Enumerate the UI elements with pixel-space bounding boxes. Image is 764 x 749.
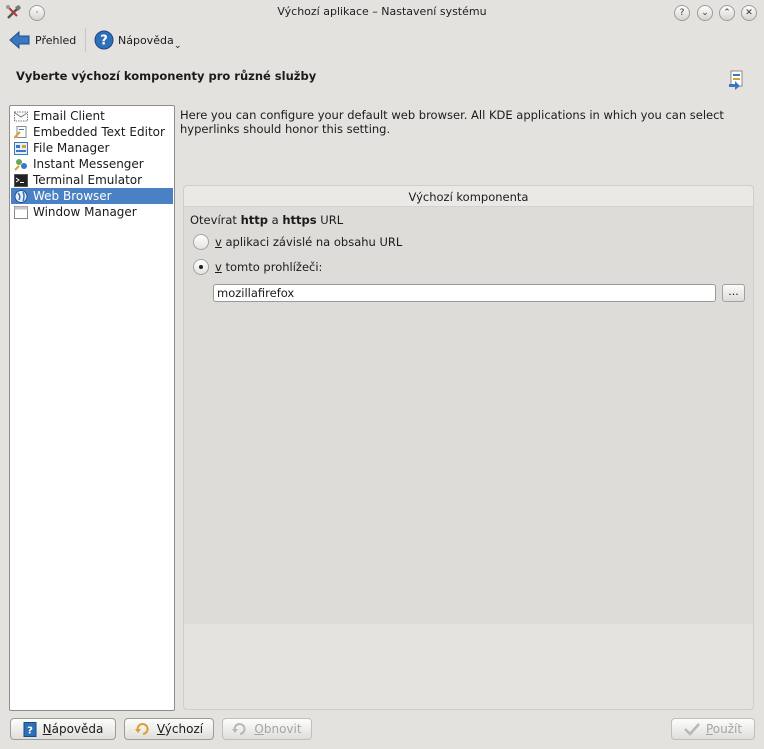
file-manager-icon	[14, 141, 28, 155]
help-button[interactable]: ? Nápověda	[10, 718, 116, 740]
svg-text:?: ?	[27, 725, 33, 736]
module-description: Here you can configure your default web …	[180, 108, 724, 136]
sidebar-item-terminal-emulator[interactable]: Terminal Emulator	[11, 172, 173, 188]
sidebar-item-instant-messenger[interactable]: Instant Messenger	[11, 156, 173, 172]
open-urls-label: Otevírat http a https URL	[190, 213, 343, 227]
chevron-down-icon[interactable]: ⌄	[174, 41, 182, 51]
sidebar-item-window-manager[interactable]: Window Manager	[11, 204, 173, 220]
check-icon	[684, 723, 700, 736]
open-label-prefix: Otevírat	[190, 213, 241, 227]
radio-browser-label: v tomto prohlížeči:	[215, 260, 322, 274]
sidebar-item-web-browser[interactable]: Web Browser	[11, 188, 173, 204]
radio-browser-indicator[interactable]	[193, 259, 209, 275]
radio-content-indicator[interactable]	[193, 234, 209, 250]
toolbar-separator	[85, 28, 86, 52]
radio-content-based[interactable]: v aplikaci závislé na obsahu URL	[193, 234, 402, 250]
defaults-button[interactable]: Výchozí	[124, 718, 214, 740]
globe-icon	[14, 189, 28, 203]
text-editor-icon	[13, 125, 28, 139]
defaults-button-label: Výchozí	[157, 722, 203, 736]
reset-icon	[232, 723, 246, 735]
browser-command-input[interactable]: mozillafirefox	[213, 284, 716, 302]
apply-button[interactable]: Použít	[671, 718, 755, 740]
reset-accel: O	[254, 722, 264, 736]
help-window-icon[interactable]: ?	[674, 5, 690, 21]
minimize-icon[interactable]: ⌄	[697, 5, 713, 21]
radio-content-text: aplikaci závislé na obsahu URL	[221, 235, 403, 249]
reset-text: bnovit	[263, 722, 302, 736]
group-header: Výchozí komponenta	[184, 186, 753, 207]
reset-button-label: Obnovit	[254, 722, 301, 736]
back-label: Přehled	[35, 33, 77, 47]
email-icon	[14, 110, 28, 123]
default-apps-icon	[727, 70, 747, 90]
group-bottom-area	[184, 624, 753, 709]
messenger-icon	[14, 158, 28, 171]
sidebar-item-label: Web Browser	[33, 189, 112, 203]
radio-content-label: v aplikaci závislé na obsahu URL	[215, 235, 402, 249]
terminal-icon	[14, 173, 28, 187]
open-label-middle: a	[268, 213, 283, 227]
radio-browser-accel: v	[215, 260, 222, 274]
help-text: ápověda	[51, 722, 104, 736]
sidebar-item-label: Embedded Text Editor	[33, 125, 165, 139]
title-bar[interactable]: · Výchozí aplikace – Nastavení systému ?…	[0, 0, 764, 24]
help-button-label: Nápověda	[43, 722, 104, 736]
window-icon	[14, 205, 28, 219]
sidebar-item-embedded-text-editor[interactable]: Embedded Text Editor	[11, 124, 173, 140]
component-list[interactable]: Email Client Embedded Text Editor File M…	[9, 105, 175, 711]
radio-content-accel: v	[215, 235, 222, 249]
help-book-icon: ?	[23, 721, 37, 737]
arrow-left-icon	[9, 30, 30, 50]
browse-button[interactable]: ...	[722, 284, 745, 302]
back-button[interactable]: Přehled	[9, 27, 76, 53]
defaults-text: ýchozí	[164, 722, 204, 736]
apply-accel: P	[705, 722, 713, 736]
radio-this-browser[interactable]: v tomto prohlížeči:	[193, 259, 322, 275]
close-icon[interactable]: ✕	[741, 5, 757, 21]
svg-text:?: ?	[100, 34, 108, 49]
apply-button-label: Použít	[706, 722, 742, 736]
sidebar-item-label: File Manager	[33, 141, 110, 155]
apply-text: oužít	[712, 722, 743, 736]
sidebar-item-label: Window Manager	[33, 205, 137, 219]
defaults-accel: V	[156, 722, 165, 736]
radio-browser-text: tomto prohlížeči:	[221, 260, 323, 274]
open-label-suffix: URL	[316, 213, 344, 227]
sidebar-item-file-manager[interactable]: File Manager	[11, 140, 173, 156]
open-label-http: http	[240, 213, 268, 227]
open-label-https: https	[282, 213, 317, 227]
restore-defaults-icon	[134, 723, 149, 735]
reset-button[interactable]: Obnovit	[222, 718, 312, 740]
window-title: Výchozí aplikace – Nastavení systému	[277, 5, 487, 18]
sidebar-item-email-client[interactable]: Email Client	[11, 108, 173, 124]
page-title: Vyberte výchozí komponenty pro různé slu…	[16, 69, 317, 83]
help-accel: N	[42, 722, 52, 736]
default-component-group: Výchozí komponenta Otevírat http a https…	[183, 185, 754, 710]
sidebar-item-label: Email Client	[33, 109, 105, 123]
group-title: Výchozí komponenta	[408, 190, 529, 204]
sidebar-item-label: Instant Messenger	[33, 157, 144, 171]
sidebar-item-label: Terminal Emulator	[33, 173, 143, 187]
help-toolbar-button[interactable]: ? Nápověda	[94, 27, 174, 53]
maximize-icon[interactable]: ⌃	[719, 5, 735, 21]
help-toolbar-label: Nápověda	[118, 33, 174, 47]
help-icon: ?	[94, 30, 114, 50]
